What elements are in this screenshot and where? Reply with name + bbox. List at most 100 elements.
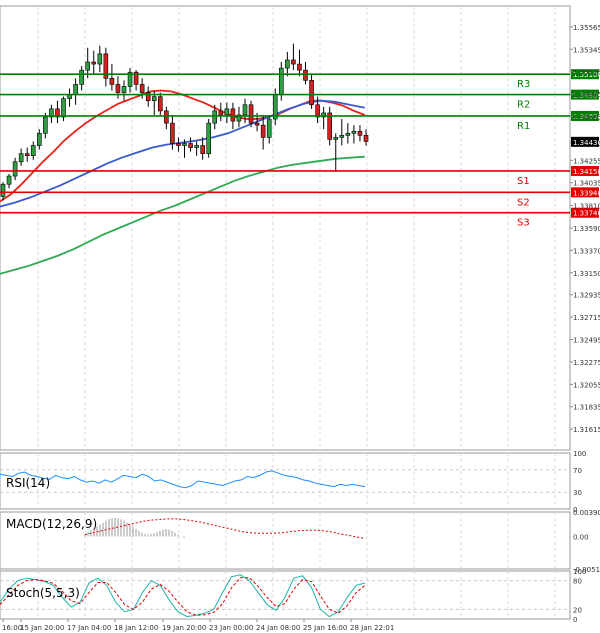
price-tick-label: 1.33590: [573, 225, 600, 233]
candle-body: [242, 104, 248, 116]
candle-body: [97, 53, 103, 65]
candle-body: [333, 137, 339, 140]
candle-body: [61, 98, 66, 118]
candle-body: [200, 145, 205, 154]
candle-body: [43, 116, 48, 134]
price-tick-label: 1.34255: [573, 157, 600, 165]
rsi-tick-label: 70: [573, 467, 582, 475]
level-price-label: 1.34150: [573, 168, 600, 176]
price-tick-label: 1.33810: [573, 203, 600, 211]
candle-body: [345, 132, 351, 136]
price-tick-label: 1.34035: [573, 180, 600, 188]
candle-body: [158, 96, 163, 112]
level-name: S1: [517, 176, 530, 187]
price-tick-label: 1.34685: [573, 113, 600, 121]
macd-tick-label: 0.00: [573, 533, 589, 541]
time-tick-label: 25 Jan 16:00: [303, 624, 347, 632]
stoch-label: Stoch(5,5,3): [6, 586, 80, 600]
macd-label: MACD(12,26,9): [6, 517, 97, 531]
candle-body: [218, 110, 224, 116]
rsi-tick-label: 100: [573, 450, 586, 458]
time-tick-label: 24 Jan 08:00: [256, 624, 300, 632]
candle-body: [351, 130, 357, 134]
price-tick-label: 1.32935: [573, 292, 600, 300]
candle-body: [285, 59, 290, 69]
rsi-tick-label: 30: [573, 489, 582, 497]
time-tick-label: 19 Jan 20:00: [162, 624, 206, 632]
candle-body: [85, 61, 90, 71]
candle-body: [206, 122, 211, 154]
level-name: S3: [517, 218, 530, 229]
stoch-tick-label: 100: [573, 568, 586, 576]
candle-body: [278, 67, 284, 95]
candle-body: [303, 69, 308, 81]
chart-canvas: R31.35100R21.34900R11.34690S11.34150S21.…: [0, 0, 600, 633]
candle-body: [73, 84, 78, 95]
candle-body: [315, 104, 320, 118]
candle-body: [248, 104, 254, 124]
candle-body: [182, 143, 187, 146]
price-tick-label: 1.33150: [573, 270, 600, 278]
candle-body: [363, 135, 369, 142]
candle-body: [164, 110, 169, 124]
candle-body: [91, 61, 97, 65]
price-tick-label: 1.32275: [573, 359, 600, 367]
time-tick-label: 18 Jan 12:00: [114, 624, 158, 632]
candle-body: [224, 108, 230, 116]
candle-body: [212, 110, 218, 124]
price-tick-label: 1.34905: [573, 91, 600, 99]
candle-body: [145, 92, 151, 102]
candle: [248, 100, 254, 128]
candle-body: [18, 153, 24, 163]
candle-body: [176, 143, 181, 146]
rsi-label: RSI(14): [6, 476, 50, 490]
candle-body: [30, 145, 36, 156]
candle-body: [230, 108, 236, 122]
price-tick-label: 1.32495: [573, 337, 600, 345]
stoch-tick-label: 0: [573, 616, 577, 624]
level-name: R2: [517, 100, 530, 111]
candle-body: [151, 96, 157, 102]
time-tick-label: 28 Jan 22:01: [350, 624, 394, 632]
stoch-tick-label: 80: [573, 578, 582, 586]
level-name: R3: [517, 79, 530, 90]
candle-body: [24, 153, 30, 156]
candle-body: [291, 59, 296, 65]
candle-body: [170, 122, 175, 144]
price-tick-label: 1.35345: [573, 46, 600, 54]
candle-body: [194, 145, 199, 148]
candle-body: [327, 112, 333, 140]
price-tick-label: 1.32715: [573, 314, 600, 322]
candle-body: [139, 84, 145, 93]
level-price-label: 1.33740: [573, 210, 600, 218]
time-tick-label: 17 Jan 04:00: [67, 624, 111, 632]
price-tick-label: 1.35565: [573, 24, 600, 32]
macd-tick-label: 0.003904: [573, 509, 600, 517]
candle-body: [36, 132, 42, 146]
candle-body: [254, 122, 260, 126]
candle-body: [121, 86, 127, 93]
candle-body: [188, 143, 193, 148]
candle-body: [79, 69, 84, 85]
candle-body: [6, 175, 12, 185]
candle-body: [309, 80, 314, 106]
candle-body: [260, 124, 266, 138]
price-tick-label: 1.32055: [573, 381, 600, 389]
candle-body: [115, 84, 121, 93]
price-tick-label: 1.31615: [573, 426, 600, 434]
candle-body: [12, 161, 18, 177]
time-tick-label: 23 Jan 00:00: [209, 624, 253, 632]
candle: [206, 119, 211, 158]
candle-body: [109, 78, 115, 85]
level-price-label: 1.33940: [573, 189, 600, 197]
candle-body: [266, 118, 272, 138]
candle-body: [297, 63, 302, 71]
stoch-tick-label: 20: [573, 606, 582, 614]
time-tick-label: 15 Jan 20:00: [20, 624, 64, 632]
price-tick-label: 1.35125: [573, 69, 600, 77]
level-name: S2: [517, 197, 530, 208]
price-tick-label: 1.33370: [573, 247, 600, 255]
candle-body: [357, 130, 363, 136]
current-price-label: 1.34436: [573, 139, 600, 147]
candle-body: [0, 183, 6, 197]
